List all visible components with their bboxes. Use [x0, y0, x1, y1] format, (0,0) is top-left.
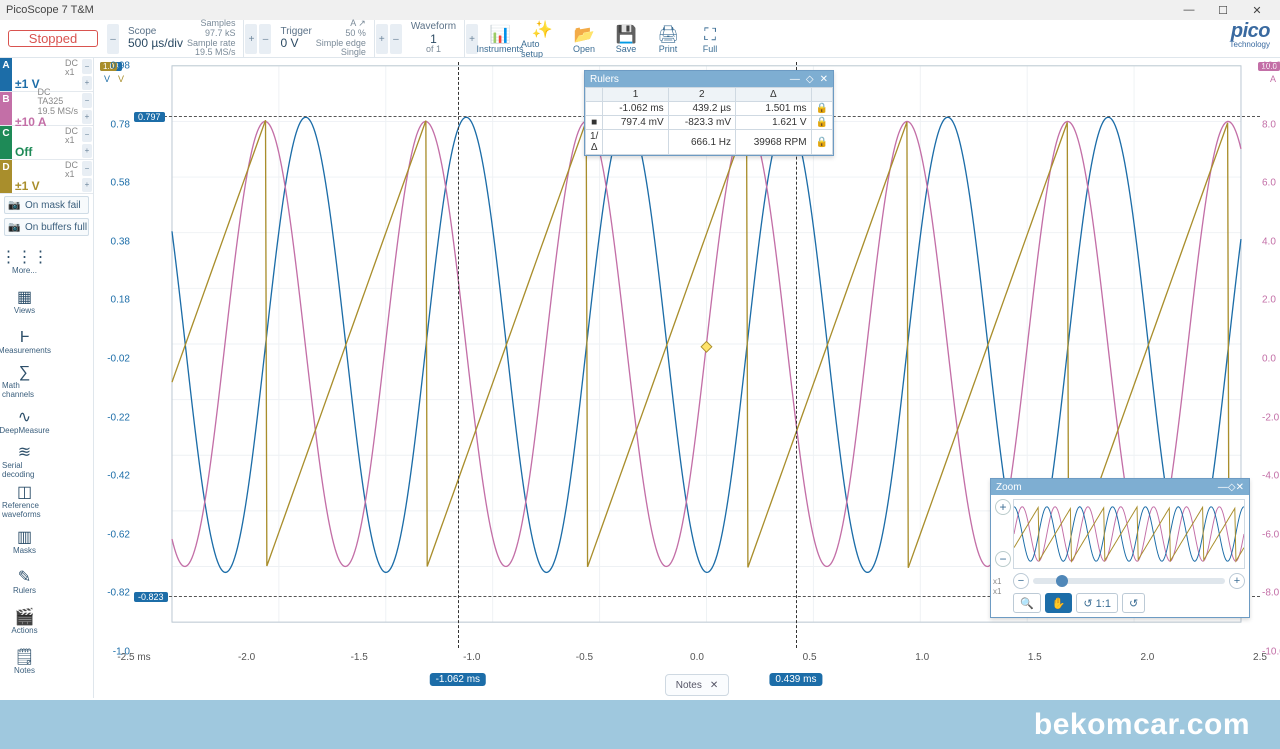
rulers-table: 12Δ-1.062 ms439.2 µs1.501 ms🔒■797.4 mV-8… [585, 87, 833, 155]
trigger-level[interactable]: 0 V [280, 37, 311, 50]
palette-rulers[interactable]: ✎Rulers [2, 562, 47, 602]
scope-timebase[interactable]: 500 µs/div [128, 37, 183, 50]
rulers-panel[interactable]: Rulers — ◇ ✕ 12Δ-1.062 ms439.2 µs1.501 ms🔒… [584, 70, 834, 156]
channel-tab: A [0, 58, 12, 91]
zoom-panel-title: Zoom [996, 482, 1022, 493]
window-title: PicoScope 7 T&M [6, 4, 94, 16]
footer-banner-text: bekomcar.com [1034, 708, 1250, 742]
time-ruler-1[interactable] [458, 62, 459, 648]
palette-views[interactable]: ▦Views [2, 282, 47, 322]
main-toolbar: Stopped – Scope 500 µs/div Samples 97.7 … [0, 20, 1280, 58]
window-close-button[interactable]: ✕ [1240, 0, 1274, 20]
instruments-button[interactable]: 📊Instruments [479, 20, 521, 57]
zoom-in-vert-button[interactable]: + [995, 499, 1011, 515]
chan-plus[interactable]: + [82, 76, 92, 91]
zoom-in-horiz-button[interactable]: + [1229, 573, 1245, 589]
panel-pin-icon[interactable]: ◇ [1228, 482, 1236, 493]
palette-math-channels[interactable]: ∑Math channels [2, 362, 47, 402]
save-icon: 💾 [615, 26, 636, 43]
palette-notes[interactable]: 🗒Notes [2, 642, 47, 682]
chan-plus[interactable]: + [82, 110, 92, 125]
zoom-pan-button[interactable]: ✋ [1045, 593, 1073, 613]
option-on-mask-fail[interactable]: 📷On mask fail [4, 196, 89, 214]
camera-icon: 📷 [8, 222, 22, 233]
trigger-increment[interactable]: + [376, 24, 388, 54]
signal-ruler-low[interactable]: -0.823 [134, 592, 168, 602]
waveform-total: of 1 [426, 45, 441, 54]
footer-banner: bekomcar.com [0, 700, 1280, 749]
channel-tab: B [0, 92, 12, 125]
fullscreen-icon: ⛶ [704, 26, 716, 43]
print-button[interactable]: 🖨Print [647, 20, 689, 57]
panel-close-icon[interactable]: ✕ [820, 74, 828, 85]
window-maximize-button[interactable]: ☐ [1206, 0, 1240, 20]
trigger-decrement[interactable]: – [259, 24, 271, 54]
notes-tab[interactable]: Notes✕ [665, 674, 730, 696]
channel-tab: D [0, 160, 12, 193]
auto-setup-button[interactable]: ✨Auto setup [521, 20, 563, 57]
zoom-out-horiz-button[interactable]: − [1013, 573, 1029, 589]
chan-minus[interactable]: − [82, 161, 92, 176]
print-icon: 🖨 [657, 26, 679, 43]
palette-reference-waveforms[interactable]: ◫Reference waveforms [2, 482, 47, 522]
save-button[interactable]: 💾Save [605, 20, 647, 57]
left-panel: A DCx1 ±1 V −+B DCTA32519.5 MS/s ±10 A −… [0, 58, 94, 698]
waveform-prev[interactable]: – [390, 24, 402, 54]
zoom-magnify-button[interactable]: 🔍 [1013, 593, 1041, 613]
full-button[interactable]: ⛶Full [689, 20, 731, 57]
instruments-icon: 📊 [489, 26, 510, 43]
channel-d[interactable]: D DCx1 ±1 V −+ [0, 160, 93, 194]
palette-more-[interactable]: ⋮⋮⋮More... [2, 242, 47, 282]
panel-minimize-icon[interactable]: — [790, 74, 800, 85]
palette-deepmeasure[interactable]: ∿DeepMeasure [2, 402, 47, 442]
option-on-buffers-full[interactable]: 📷On buffers full [4, 218, 89, 236]
signal-ruler-high[interactable]: 0.797 [134, 112, 165, 122]
run-stop-button[interactable]: Stopped [8, 30, 98, 47]
tool-palette: ⋮⋮⋮More...▦ViewsⱵMeasurements∑Math chann… [0, 238, 93, 686]
zoom-reset-button[interactable]: ↺ 1:1 [1076, 593, 1118, 613]
chan-minus[interactable]: − [82, 127, 92, 142]
chan-plus[interactable]: + [82, 144, 92, 159]
zoom-undo-button[interactable]: ↺ [1122, 593, 1145, 613]
chan-minus[interactable]: − [82, 59, 92, 74]
zoom-out-vert-button[interactable]: − [995, 551, 1011, 567]
channel-c[interactable]: C DCx1 Off −+ [0, 126, 93, 160]
zoom-panel[interactable]: Zoom —◇✕ + − x1 x1 − + 🔍 ✋ ↺ [990, 478, 1250, 618]
palette-actions[interactable]: 🎬Actions [2, 602, 47, 642]
brand-logo: pico Technology [1230, 20, 1280, 57]
zoom-overview[interactable] [1013, 499, 1245, 569]
scope-decrement[interactable]: – [107, 24, 119, 54]
palette-measurements[interactable]: ⱵMeasurements [2, 322, 47, 362]
scope-increment[interactable]: + [245, 24, 257, 54]
panel-close-icon[interactable]: ✕ [1236, 482, 1244, 493]
zoom-slider[interactable] [1033, 578, 1225, 584]
palette-masks[interactable]: ▥Masks [2, 522, 47, 562]
folder-open-icon: 📂 [573, 26, 594, 43]
window-titlebar: PicoScope 7 T&M — ☐ ✕ [0, 0, 1280, 20]
close-icon[interactable]: ✕ [710, 680, 718, 691]
chan-minus[interactable]: − [82, 93, 92, 108]
panel-minimize-icon[interactable]: — [1218, 482, 1228, 493]
panel-pin-icon[interactable]: ◇ [806, 74, 814, 85]
camera-icon: 📷 [8, 200, 22, 211]
scope-plot-area[interactable]: 0.98 1.0 V V 0.980.780.580.380.18-0.02-0… [94, 58, 1280, 698]
chan-plus[interactable]: + [82, 178, 92, 193]
palette-serial-decoding[interactable]: ≋Serial decoding [2, 442, 47, 482]
channel-b[interactable]: B DCTA32519.5 MS/s ±10 A −+ [0, 92, 93, 126]
rulers-panel-title: Rulers [590, 74, 619, 85]
channel-tab: C [0, 126, 12, 159]
open-button[interactable]: 📂Open [563, 20, 605, 57]
window-minimize-button[interactable]: — [1172, 0, 1206, 20]
wand-icon: ✨ [531, 21, 552, 38]
